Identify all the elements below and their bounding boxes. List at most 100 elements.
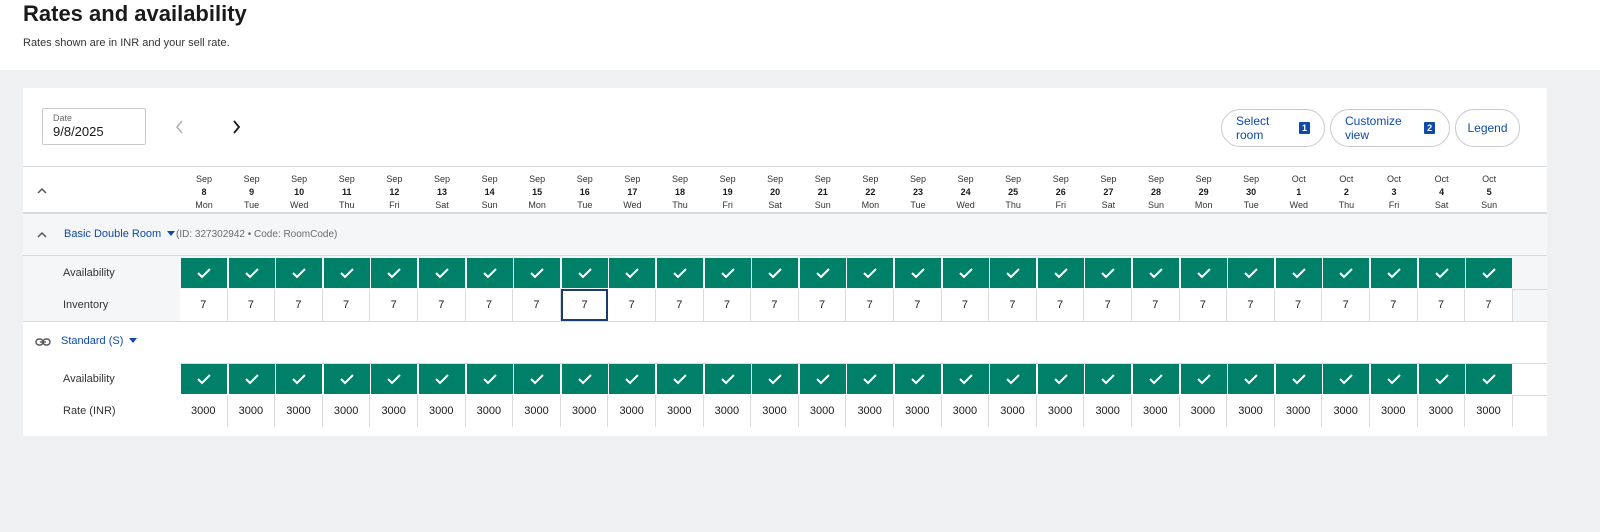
inventory-cell[interactable]: 7	[275, 289, 323, 321]
availability-toggle[interactable]	[1085, 364, 1132, 394]
inventory-cell[interactable]: 7	[322, 289, 371, 321]
availability-toggle[interactable]	[419, 258, 465, 288]
legend-button[interactable]: Legend	[1455, 109, 1520, 147]
availability-toggle[interactable]	[1228, 364, 1275, 394]
rate-cell[interactable]: 3000	[1084, 395, 1132, 427]
inventory-cell[interactable]: 7	[1227, 289, 1275, 321]
rate-cell[interactable]: 3000	[322, 395, 371, 427]
availability-toggle[interactable]	[1418, 364, 1465, 394]
availability-toggle[interactable]	[990, 258, 1037, 288]
inventory-cell[interactable]: 7	[703, 289, 752, 321]
availability-toggle[interactable]	[466, 364, 513, 394]
availability-toggle[interactable]	[1180, 364, 1227, 394]
availability-toggle[interactable]	[1085, 258, 1132, 288]
rate-cell[interactable]: 3000	[1370, 395, 1418, 427]
inventory-cell[interactable]: 7	[1322, 289, 1370, 321]
rate-cell[interactable]: 3000	[941, 395, 990, 427]
availability-toggle[interactable]	[1037, 258, 1084, 288]
availability-toggle[interactable]	[419, 364, 465, 394]
availability-toggle[interactable]	[752, 364, 799, 394]
previous-dates-button[interactable]	[170, 116, 190, 138]
inventory-cell[interactable]: 7	[1179, 289, 1228, 321]
inventory-cell[interactable]: 7	[989, 289, 1037, 321]
availability-toggle[interactable]	[228, 258, 275, 288]
rate-cell[interactable]: 3000	[513, 395, 561, 427]
rate-cell[interactable]: 3000	[180, 395, 228, 427]
inventory-cell[interactable]: 7	[1036, 289, 1085, 321]
availability-toggle[interactable]	[1371, 364, 1417, 394]
inventory-cell[interactable]: 7	[180, 289, 228, 321]
availability-toggle[interactable]	[1037, 364, 1084, 394]
rate-cell[interactable]: 3000	[275, 395, 323, 427]
inventory-cell[interactable]: 7	[1417, 289, 1466, 321]
rate-cell[interactable]: 3000	[1036, 395, 1085, 427]
inventory-cell[interactable]: 7	[1132, 289, 1180, 321]
availability-toggle[interactable]	[799, 258, 846, 288]
availability-toggle[interactable]	[1133, 364, 1179, 394]
availability-toggle[interactable]	[1228, 258, 1275, 288]
availability-toggle[interactable]	[704, 364, 751, 394]
availability-toggle[interactable]	[1133, 258, 1179, 288]
rate-cell[interactable]: 3000	[798, 395, 847, 427]
availability-toggle[interactable]	[847, 364, 894, 394]
select-room-button[interactable]: Select room 1	[1221, 109, 1325, 147]
availability-toggle[interactable]	[561, 258, 608, 288]
availability-toggle[interactable]	[514, 364, 561, 394]
availability-toggle[interactable]	[1371, 258, 1417, 288]
rateplan-name-dropdown[interactable]: Standard (S)	[61, 335, 138, 347]
rate-cell[interactable]: 3000	[1179, 395, 1228, 427]
availability-toggle[interactable]	[1275, 258, 1322, 288]
inventory-cell[interactable]: 7	[227, 289, 276, 321]
rate-cell[interactable]: 3000	[370, 395, 418, 427]
availability-toggle[interactable]	[895, 364, 941, 394]
availability-toggle[interactable]	[657, 364, 703, 394]
availability-toggle[interactable]	[1466, 258, 1513, 288]
availability-toggle[interactable]	[1180, 258, 1227, 288]
inventory-cell[interactable]: 7	[1084, 289, 1132, 321]
availability-toggle[interactable]	[1323, 258, 1370, 288]
inventory-cell[interactable]: 7	[656, 289, 704, 321]
room-name-dropdown[interactable]: Basic Double Room	[64, 228, 176, 240]
inventory-cell[interactable]: 7	[1465, 289, 1513, 321]
inventory-cell[interactable]: 7	[798, 289, 847, 321]
inventory-cell[interactable]: 7	[846, 289, 894, 321]
rate-cell[interactable]: 3000	[846, 395, 894, 427]
availability-toggle[interactable]	[561, 364, 608, 394]
rate-cell[interactable]: 3000	[418, 395, 466, 427]
availability-toggle[interactable]	[609, 258, 656, 288]
rate-cell[interactable]: 3000	[1465, 395, 1513, 427]
inventory-cell[interactable]: 7	[608, 289, 656, 321]
rate-cell[interactable]: 3000	[1322, 395, 1370, 427]
availability-toggle[interactable]	[1275, 364, 1322, 394]
availability-toggle[interactable]	[847, 258, 894, 288]
availability-toggle[interactable]	[371, 258, 418, 288]
availability-toggle[interactable]	[1323, 364, 1370, 394]
rate-cell[interactable]: 3000	[703, 395, 752, 427]
availability-toggle[interactable]	[276, 258, 323, 288]
rate-cell[interactable]: 3000	[227, 395, 276, 427]
inventory-cell[interactable]: 7	[894, 289, 942, 321]
rate-cell[interactable]: 3000	[1274, 395, 1323, 427]
inventory-cell[interactable]: 7	[941, 289, 990, 321]
availability-toggle[interactable]	[704, 258, 751, 288]
inventory-cell[interactable]: 7	[1274, 289, 1323, 321]
availability-toggle[interactable]	[466, 258, 513, 288]
availability-toggle[interactable]	[942, 258, 989, 288]
rate-cell[interactable]: 3000	[751, 395, 799, 427]
inventory-cell[interactable]: 7	[370, 289, 418, 321]
availability-toggle[interactable]	[799, 364, 846, 394]
rate-cell[interactable]: 3000	[465, 395, 514, 427]
availability-toggle[interactable]	[942, 364, 989, 394]
inventory-cell[interactable]: 7	[751, 289, 799, 321]
availability-toggle[interactable]	[323, 258, 370, 288]
availability-toggle[interactable]	[990, 364, 1037, 394]
rate-cell[interactable]: 3000	[656, 395, 704, 427]
customize-view-button[interactable]: Customize view 2	[1330, 109, 1450, 147]
rate-cell[interactable]: 3000	[989, 395, 1037, 427]
availability-toggle[interactable]	[514, 258, 561, 288]
inventory-cell[interactable]: 7	[513, 289, 561, 321]
availability-toggle[interactable]	[371, 364, 418, 394]
chevron-up-icon[interactable]	[35, 228, 49, 242]
inventory-cell[interactable]: 7	[560, 289, 609, 321]
inventory-cell[interactable]: 7	[1370, 289, 1418, 321]
